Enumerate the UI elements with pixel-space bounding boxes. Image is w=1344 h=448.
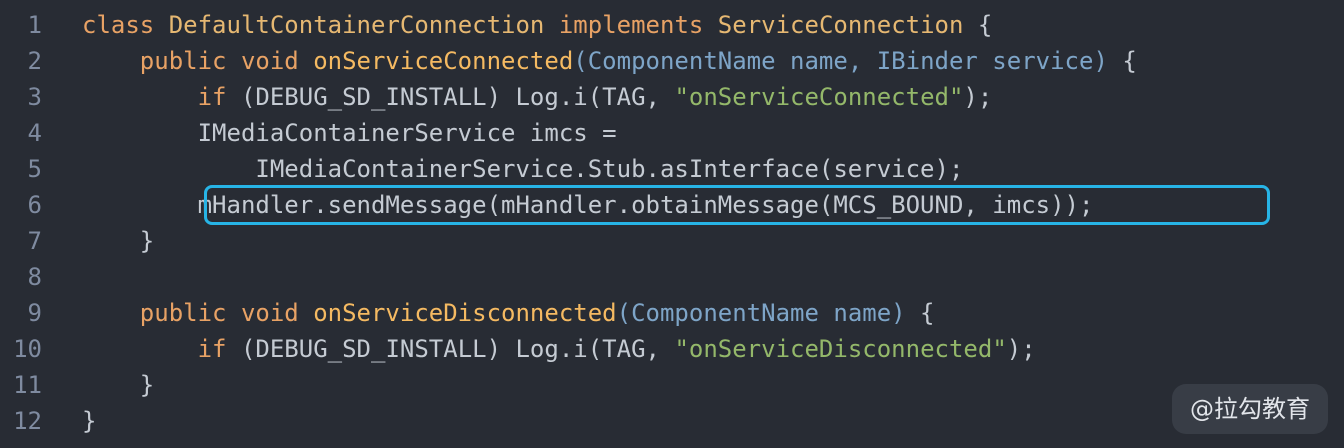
code-line: 5 IMediaContainerService.Stub.asInterfac… bbox=[0, 151, 1344, 187]
line-number: 7 bbox=[27, 227, 42, 255]
code-line: 1 class DefaultContainerConnection implem… bbox=[0, 7, 1344, 43]
code-line: 9 public void onServiceDisconnected(Comp… bbox=[0, 295, 1344, 331]
code-line: 3 if (DEBUG_SD_INSTALL) Log.i(TAG, "onSe… bbox=[0, 79, 1344, 115]
code-token: "onServiceConnected" bbox=[674, 83, 964, 111]
code-token: } bbox=[82, 407, 97, 435]
line-code: if (DEBUG_SD_INSTALL) Log.i(TAG, "onServ… bbox=[82, 79, 993, 115]
code-token: implements bbox=[558, 11, 704, 39]
code-line: 7 } bbox=[0, 223, 1344, 259]
code-token: "onServiceDisconnected" bbox=[674, 335, 1007, 363]
code-token: onServiceDisconnected bbox=[313, 299, 617, 327]
code-token: if bbox=[197, 83, 227, 111]
code-token: ServiceConnection bbox=[717, 11, 964, 39]
line-code: IMediaContainerService imcs = bbox=[82, 115, 617, 151]
code-token: onServiceConnected bbox=[313, 47, 574, 75]
code-line: 4 IMediaContainerService imcs = bbox=[0, 115, 1344, 151]
code-token: { bbox=[905, 299, 935, 327]
line-number: 9 bbox=[27, 299, 42, 327]
line-number: 11 bbox=[13, 371, 42, 399]
code-token: public void bbox=[139, 299, 314, 327]
highlight-box bbox=[204, 185, 1270, 225]
code-token: (ComponentName name) bbox=[616, 299, 906, 327]
code-token: (DEBUG_SD_INSTALL) Log.i(TAG, bbox=[226, 335, 675, 363]
code-line: 2 public void onServiceConnected(Compone… bbox=[0, 43, 1344, 79]
code-token: class bbox=[82, 11, 169, 39]
line-number: 4 bbox=[27, 119, 42, 147]
line-number: 8 bbox=[27, 263, 42, 291]
code-token: (DEBUG_SD_INSTALL) Log.i(TAG, bbox=[226, 83, 675, 111]
code-line: 8 bbox=[0, 259, 1344, 295]
code-token: ); bbox=[1006, 335, 1036, 363]
code-token: { bbox=[1107, 47, 1137, 75]
code-token: } bbox=[82, 227, 155, 255]
line-number: 3 bbox=[27, 83, 42, 111]
line-code: if (DEBUG_SD_INSTALL) Log.i(TAG, "onServ… bbox=[82, 331, 1036, 367]
code-token: (ComponentName name, IBinder service) bbox=[573, 47, 1108, 75]
code-token: if bbox=[197, 335, 227, 363]
line-code: class DefaultContainerConnection impleme… bbox=[82, 7, 992, 43]
line-number: 1 bbox=[27, 11, 42, 39]
line-number: 2 bbox=[27, 47, 42, 75]
line-code: public void onServiceDisconnected(Compon… bbox=[82, 295, 935, 331]
line-number: 6 bbox=[27, 191, 42, 219]
code-line: 10 if (DEBUG_SD_INSTALL) Log.i(TAG, "onS… bbox=[0, 331, 1344, 367]
code-line: 11 } bbox=[0, 367, 1344, 403]
code-token: DefaultContainerConnection bbox=[168, 11, 545, 39]
code-token: IMediaContainerService.Stub.asInterface(… bbox=[82, 155, 964, 183]
code-token: IMediaContainerService imcs = bbox=[82, 119, 617, 147]
code-line: 12} bbox=[0, 403, 1344, 439]
line-code: public void onServiceConnected(Component… bbox=[82, 43, 1137, 79]
line-code: } bbox=[82, 223, 154, 259]
watermark-text: @拉勾教育 bbox=[1190, 395, 1310, 423]
line-number: 5 bbox=[27, 155, 42, 183]
line-code: } bbox=[82, 403, 96, 439]
line-code: } bbox=[82, 367, 154, 403]
line-number: 12 bbox=[13, 407, 42, 435]
watermark-badge: @拉勾教育 bbox=[1172, 384, 1328, 434]
code-token: ); bbox=[963, 83, 993, 111]
code-token: } bbox=[82, 371, 155, 399]
line-code: IMediaContainerService.Stub.asInterface(… bbox=[82, 151, 963, 187]
line-number: 10 bbox=[13, 335, 42, 363]
code-token: { bbox=[963, 11, 993, 39]
code-token: public void bbox=[139, 47, 314, 75]
